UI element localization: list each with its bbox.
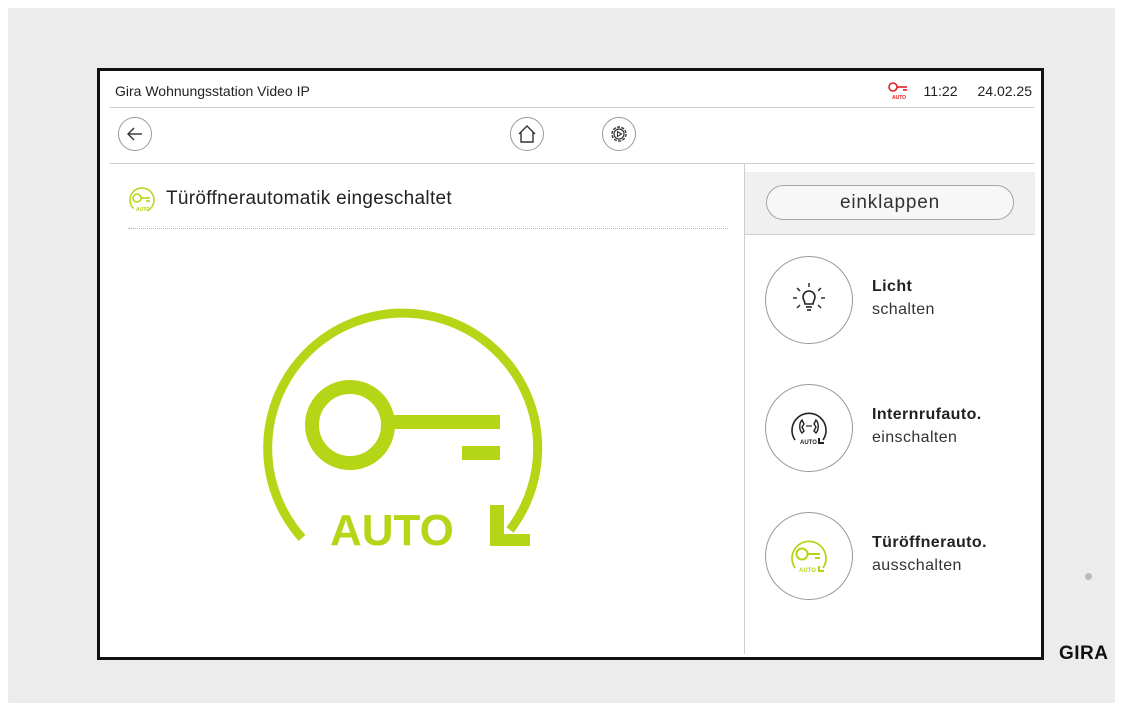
light-button[interactable] xyxy=(765,256,853,344)
app-title: Gira Wohnungsstation Video IP xyxy=(115,83,310,99)
back-button[interactable] xyxy=(118,117,152,151)
page-heading: Türöffnerautomatik eingeschaltet xyxy=(166,188,452,209)
quick-action-panel: einklappen Licht schalten AUTO Internruf… xyxy=(744,164,1035,654)
panel-header: einklappen xyxy=(745,172,1035,235)
home-button[interactable] xyxy=(510,117,544,151)
clock-time: 11:22 xyxy=(923,83,958,99)
status-indicators: AUTO 11:22 24.02.25 xyxy=(887,81,1033,101)
status-led xyxy=(1085,573,1092,580)
action-subtitle: schalten xyxy=(872,301,935,318)
gear-play-icon xyxy=(611,126,627,142)
action-light[interactable]: Licht schalten xyxy=(765,256,1025,346)
auto-label: AUTO xyxy=(330,506,454,555)
action-subtitle: einschalten xyxy=(872,429,958,446)
main-content: AUTO Türöffnerautomatik eingeschaltet AU… xyxy=(110,164,1035,658)
action-title: Internrufauto. xyxy=(872,406,982,423)
action-title: Licht xyxy=(872,278,913,295)
navigation-bar xyxy=(110,107,1034,164)
intercom-auto-icon: AUTO xyxy=(791,412,827,446)
collapse-button[interactable]: einklappen xyxy=(766,185,1014,220)
key-auto-icon: AUTO xyxy=(128,186,156,214)
arrow-left-icon xyxy=(127,127,142,141)
intercom-auto-button[interactable]: AUTO xyxy=(765,384,853,472)
settings-button[interactable] xyxy=(602,117,636,151)
action-door-opener-auto[interactable]: AUTO Türöffnerauto. ausschalten xyxy=(765,512,1025,602)
action-intercom-auto[interactable]: AUTO Internrufauto. einschalten xyxy=(765,384,1025,474)
status-heading: AUTO Türöffnerautomatik eingeschaltet xyxy=(128,186,728,229)
home-icon xyxy=(518,125,536,143)
light-bulb-icon xyxy=(793,283,825,311)
door-opener-badge: AUTO xyxy=(799,568,816,574)
action-subtitle: ausschalten xyxy=(872,557,962,574)
key-badge-text: AUTO xyxy=(892,95,906,101)
status-bar: Gira Wohnungsstation Video IP AUTO 11:22… xyxy=(110,71,1034,108)
brand-logo: GIRA xyxy=(1059,643,1109,664)
door-opener-auto-button[interactable]: AUTO xyxy=(765,512,853,600)
key-auto-icon: AUTO xyxy=(791,540,827,574)
big-key-auto-icon: AUTO xyxy=(250,290,550,570)
heading-icon-badge: AUTO xyxy=(136,207,150,213)
clock-date: 24.02.25 xyxy=(977,83,1033,99)
key-auto-status-icon: AUTO xyxy=(887,81,910,101)
touch-screen: Gira Wohnungsstation Video IP AUTO 11:22… xyxy=(97,68,1044,660)
intercom-badge: AUTO xyxy=(800,440,817,446)
action-title: Türöffnerauto. xyxy=(872,534,987,551)
